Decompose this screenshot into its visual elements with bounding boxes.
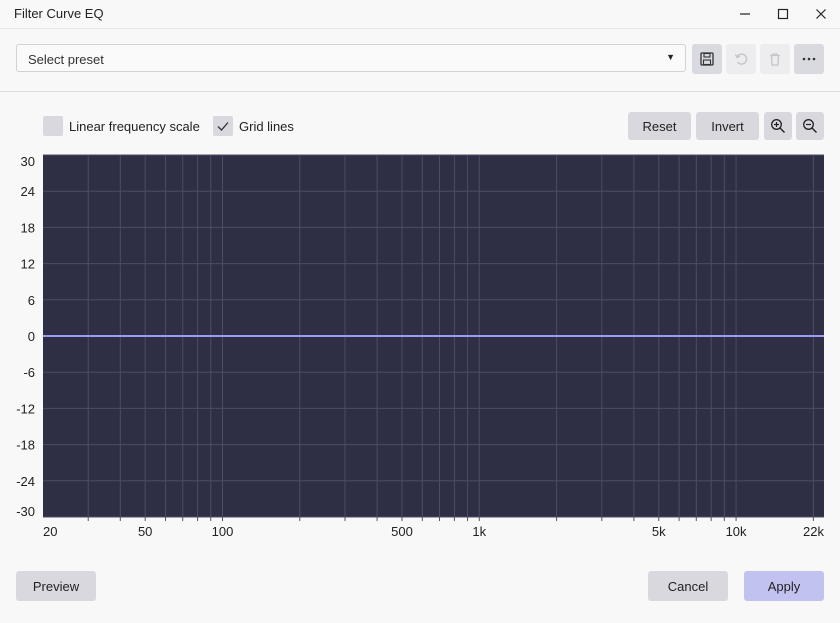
grid-lines-checkbox[interactable] [213, 116, 233, 136]
x-tick-label: 100 [212, 524, 234, 539]
grid-lines-label: Grid lines [239, 119, 294, 134]
cancel-button[interactable]: Cancel [648, 571, 728, 601]
chevron-down-icon: ▼ [666, 52, 675, 62]
undo-icon [734, 53, 748, 65]
maximize-icon [777, 8, 789, 20]
x-tick-label: 22k [803, 524, 824, 539]
minimize-button[interactable] [733, 4, 757, 24]
y-tick-label: -12 [16, 401, 35, 416]
x-tick-label: 50 [138, 524, 152, 539]
more-icon [802, 57, 816, 61]
y-tick-label: 12 [21, 257, 35, 272]
apply-button[interactable]: Apply [744, 571, 824, 601]
zoom-in-button[interactable] [764, 112, 792, 140]
y-tick-label: 6 [28, 293, 35, 308]
preset-toolbar: Select preset ▼ [0, 29, 840, 92]
y-tick-label: 30 [21, 154, 35, 169]
x-tick-label: 5k [652, 524, 666, 539]
maximize-button[interactable] [771, 4, 795, 24]
y-tick-label: 24 [21, 184, 35, 199]
preview-button[interactable]: Preview [16, 571, 96, 601]
preset-dropdown-label: Select preset [28, 52, 104, 67]
reset-button[interactable]: Reset [628, 112, 691, 140]
x-tick-label: 500 [391, 524, 413, 539]
x-tick-label: 20 [43, 524, 57, 539]
y-tick-label: 0 [28, 329, 35, 344]
zoom-out-icon [803, 119, 817, 133]
y-tick-label: -6 [23, 365, 35, 380]
close-button[interactable] [809, 4, 833, 24]
window-title: Filter Curve EQ [14, 6, 104, 21]
y-tick-label: 18 [21, 220, 35, 235]
x-tick-label: 10k [726, 524, 747, 539]
linear-frequency-checkbox[interactable] [43, 116, 63, 136]
invert-button[interactable]: Invert [696, 112, 759, 140]
options-row: Linear frequency scale Grid lines Reset … [0, 92, 840, 154]
close-icon [816, 9, 826, 19]
eq-curve-plot[interactable]: 30 24 18 12 6 0 -6 -12 -18 -24 -30 20 50 100 500 1k 5k 10… [0, 150, 840, 545]
x-tick-label: 1k [472, 524, 486, 539]
trash-icon [770, 53, 780, 66]
zoom-in-icon [771, 119, 785, 133]
checkmark-icon [217, 122, 229, 131]
eq-curve-chart[interactable]: 30 24 18 12 6 0 -6 -12 -18 -24 -30 20 50 100 500 1k 5k 10… [0, 150, 840, 545]
linear-frequency-label: Linear frequency scale [69, 119, 200, 134]
preset-dropdown[interactable]: Select preset ▼ [16, 44, 686, 72]
y-tick-label: -30 [16, 504, 35, 519]
minimize-icon [740, 13, 750, 15]
delete-preset-button[interactable] [760, 44, 790, 74]
more-options-button[interactable] [794, 44, 824, 74]
y-tick-label: -18 [16, 438, 35, 453]
save-icon [700, 52, 714, 66]
y-tick-label: -24 [16, 474, 35, 489]
title-bar: Filter Curve EQ [0, 0, 840, 29]
zoom-out-button[interactable] [796, 112, 824, 140]
undo-button[interactable] [726, 44, 756, 74]
save-preset-button[interactable] [692, 44, 722, 74]
